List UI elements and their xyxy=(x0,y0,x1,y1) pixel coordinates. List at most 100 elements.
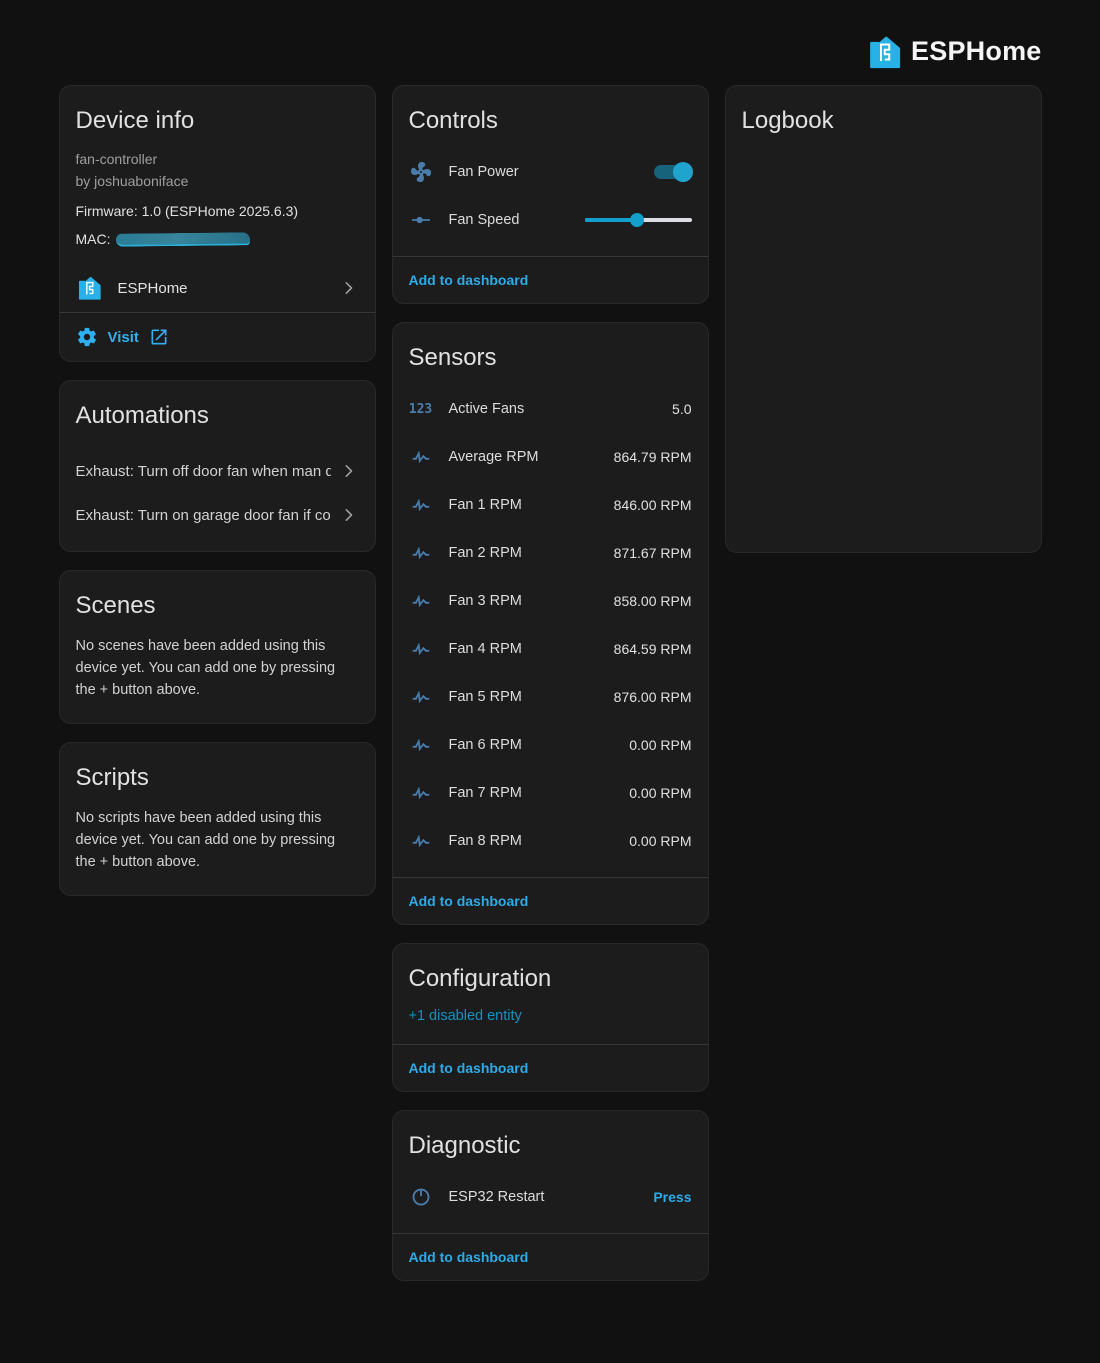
fan-speed-label: Fan Speed xyxy=(449,212,569,228)
sensor-row[interactable]: Fan 3 RPM 858.00 RPM xyxy=(393,577,708,625)
controls-title: Controls xyxy=(393,86,708,148)
sensor-value: 846.00 RPM xyxy=(614,497,692,513)
sensor-row[interactable]: Fan 4 RPM 864.59 RPM xyxy=(393,625,708,673)
mac-label: MAC: xyxy=(76,231,111,247)
scenes-title: Scenes xyxy=(60,571,375,633)
fan-speed-thumb[interactable] xyxy=(630,213,644,227)
sensor-row[interactable]: 123 Active Fans 5.0 xyxy=(393,385,708,433)
esphome-integration-icon xyxy=(76,275,102,301)
controls-card: Controls Fan Power Fan Speed xyxy=(392,85,709,304)
automations-card: Automations Exhaust: Turn off door fan w… xyxy=(59,380,376,552)
sensor-label: Active Fans xyxy=(449,401,657,417)
device-name: fan-controller xyxy=(60,148,375,170)
brand-title: ESPHome xyxy=(911,36,1041,67)
diagnostic-card: Diagnostic ESP32 Restart Press Add to da… xyxy=(392,1110,709,1281)
sensor-label: Fan 4 RPM xyxy=(449,641,598,657)
sensor-row[interactable]: Fan 1 RPM 846.00 RPM xyxy=(393,481,708,529)
configuration-title: Configuration xyxy=(393,944,708,1006)
visit-link[interactable]: Visit xyxy=(60,313,375,361)
add-to-dashboard-link[interactable]: Add to dashboard xyxy=(393,1234,708,1280)
toggle-thumb xyxy=(673,162,693,182)
sensor-row[interactable]: Fan 6 RPM 0.00 RPM xyxy=(393,721,708,769)
chevron-right-icon xyxy=(339,505,359,525)
automation-label: Exhaust: Turn on garage door fan if co… xyxy=(76,507,331,524)
esphome-logo-icon xyxy=(866,34,902,70)
automation-item[interactable]: Exhaust: Turn on garage door fan if co… xyxy=(60,493,375,537)
pulse-icon xyxy=(409,829,433,853)
fan-speed-row[interactable]: Fan Speed xyxy=(393,196,708,244)
scenes-card: Scenes No scenes have been added using t… xyxy=(59,570,376,724)
pulse-icon xyxy=(409,541,433,565)
automation-list: Exhaust: Turn off door fan when man d… E… xyxy=(60,443,375,551)
scripts-empty-text: No scripts have been added using this de… xyxy=(60,805,375,895)
sensors-title: Sensors xyxy=(393,323,708,385)
pulse-icon xyxy=(409,637,433,661)
add-to-dashboard-link[interactable]: Add to dashboard xyxy=(393,878,708,924)
sensors-card: Sensors 123 Active Fans 5.0 Average RPM … xyxy=(392,322,709,925)
header: ESPHome xyxy=(59,0,1042,85)
pulse-icon xyxy=(409,589,433,613)
esp32-restart-row[interactable]: ESP32 Restart Press xyxy=(393,1173,708,1221)
chevron-right-icon xyxy=(339,461,359,481)
fan-power-label: Fan Power xyxy=(449,164,636,180)
scenes-empty-text: No scenes have been added using this dev… xyxy=(60,633,375,723)
gear-icon xyxy=(76,326,98,348)
automations-title: Automations xyxy=(60,381,375,443)
mac-line: MAC: xyxy=(60,231,375,247)
fan-speed-slider[interactable] xyxy=(585,210,692,230)
automation-item[interactable]: Exhaust: Turn off door fan when man d… xyxy=(60,449,375,493)
sensor-value: 0.00 RPM xyxy=(629,833,691,849)
chevron-right-icon xyxy=(339,278,359,298)
integration-label: ESPHome xyxy=(118,280,323,297)
scripts-card: Scripts No scripts have been added using… xyxy=(59,742,376,896)
sensor-value: 0.00 RPM xyxy=(629,785,691,801)
fan-power-row[interactable]: Fan Power xyxy=(393,148,708,196)
sensor-value: 871.67 RPM xyxy=(614,545,692,561)
firmware-info: Firmware: 1.0 (ESPHome 2025.6.3) xyxy=(60,201,375,221)
sensor-label: Fan 3 RPM xyxy=(449,593,598,609)
diagnostic-title: Diagnostic xyxy=(393,1111,708,1173)
sensor-rows: 123 Active Fans 5.0 Average RPM 864.79 R… xyxy=(393,385,708,877)
numeric-123-icon: 123 xyxy=(409,397,433,421)
column-left: Device info fan-controller by joshuaboni… xyxy=(59,85,376,896)
pulse-icon xyxy=(409,685,433,709)
pulse-icon xyxy=(409,733,433,757)
device-info-title: Device info xyxy=(60,86,375,148)
logbook-title: Logbook xyxy=(726,86,1041,148)
esphome-brand: ESPHome xyxy=(866,34,1041,70)
sensor-label: Fan 6 RPM xyxy=(449,737,614,753)
restart-label: ESP32 Restart xyxy=(449,1189,638,1205)
scripts-title: Scripts xyxy=(60,743,375,805)
sensor-row[interactable]: Fan 5 RPM 876.00 RPM xyxy=(393,673,708,721)
sensor-row[interactable]: Fan 2 RPM 871.67 RPM xyxy=(393,529,708,577)
sensor-row[interactable]: Average RPM 864.79 RPM xyxy=(393,433,708,481)
device-byline: by joshuaboniface xyxy=(60,170,375,192)
logbook-card: Logbook xyxy=(725,85,1042,553)
sensor-label: Fan 8 RPM xyxy=(449,833,614,849)
sensor-label: Average RPM xyxy=(449,449,598,465)
fan-icon xyxy=(409,160,433,184)
visit-label: Visit xyxy=(108,329,139,346)
mac-redacted xyxy=(115,232,249,246)
power-icon xyxy=(409,1185,433,1209)
device-page: ESPHome Device info fan-controller by jo… xyxy=(59,0,1042,1281)
slider-icon xyxy=(409,208,433,232)
disabled-entities-link[interactable]: +1 disabled entity xyxy=(409,1008,522,1024)
sensor-row[interactable]: Fan 7 RPM 0.00 RPM xyxy=(393,769,708,817)
pulse-icon xyxy=(409,493,433,517)
add-to-dashboard-link[interactable]: Add to dashboard xyxy=(393,1045,708,1091)
sensor-value: 5.0 xyxy=(672,401,691,417)
column-middle: Controls Fan Power Fan Speed xyxy=(392,85,709,1281)
pulse-icon xyxy=(409,781,433,805)
controls-rows: Fan Power Fan Speed xyxy=(393,148,708,256)
sensor-value: 876.00 RPM xyxy=(614,689,692,705)
press-button[interactable]: Press xyxy=(653,1189,691,1205)
pulse-icon xyxy=(409,445,433,469)
sensor-label: Fan 5 RPM xyxy=(449,689,598,705)
sensor-row[interactable]: Fan 8 RPM 0.00 RPM xyxy=(393,817,708,865)
fan-power-toggle[interactable] xyxy=(652,162,692,182)
card-columns: Device info fan-controller by joshuaboni… xyxy=(59,85,1042,1281)
sensor-label: Fan 1 RPM xyxy=(449,497,598,513)
add-to-dashboard-link[interactable]: Add to dashboard xyxy=(393,257,708,303)
esphome-integration-row[interactable]: ESPHome xyxy=(60,264,375,312)
